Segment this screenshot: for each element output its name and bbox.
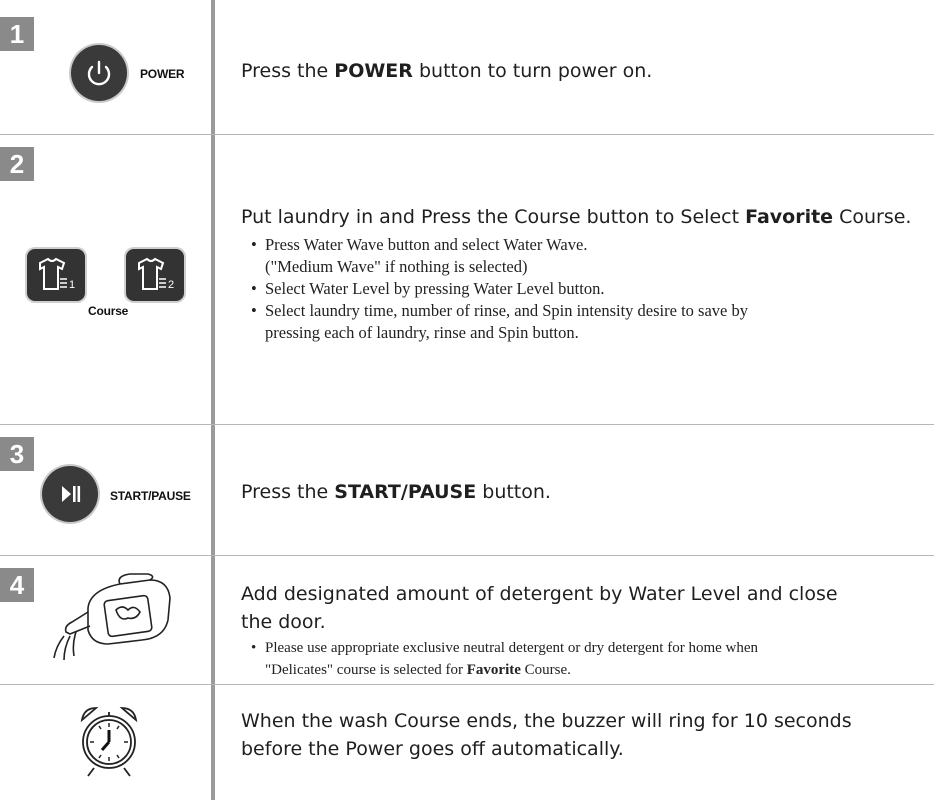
course-button-1[interactable]: 1 (27, 249, 85, 301)
left-column-border (0, 0, 215, 800)
step-number-badge: 2 (0, 147, 34, 181)
course-button-number: 2 (168, 279, 175, 291)
power-button[interactable] (71, 45, 127, 101)
detergent-bottle-icon (53, 573, 171, 661)
course-button-number: 1 (69, 279, 76, 291)
bullet-item: Select Water Level by pressing Water Lev… (251, 278, 911, 300)
course-button-label: Course (88, 304, 129, 318)
step-5-instruction: When the wash Course ends, the buzzer wi… (241, 710, 852, 760)
step-2-instruction: Put laundry in and Press the Course butt… (241, 206, 912, 228)
shirt-icon (138, 257, 166, 290)
play-pause-icon (62, 486, 81, 502)
divider (0, 684, 934, 685)
step-4-bullets: Please use appropriate exclusive neutral… (251, 637, 921, 681)
shirt-icon (39, 257, 67, 290)
step-1-instruction: Press the POWER button to turn power on. (241, 60, 653, 82)
step-3-instruction: Press the START/PAUSE button. (241, 481, 551, 503)
bullet-item: Please use appropriate exclusive neutral… (251, 637, 921, 681)
bullet-item: Press Water Wave button and select Water… (251, 234, 911, 278)
step-number-badge: 1 (0, 17, 34, 51)
bullet-item: Select laundry time, number of rinse, an… (251, 300, 911, 344)
start-pause-button-label: START/PAUSE (110, 489, 191, 503)
alarm-clock-icon (80, 707, 138, 777)
course-button-2[interactable]: 2 (126, 249, 184, 301)
power-icon (87, 60, 111, 86)
start-pause-button[interactable] (42, 466, 98, 522)
step-number-badge: 3 (0, 437, 34, 471)
power-button-label: POWER (140, 67, 185, 81)
step-number-badge: 4 (0, 568, 34, 602)
divider (0, 134, 934, 135)
divider (0, 424, 934, 425)
step-2-bullets: Press Water Wave button and select Water… (251, 234, 911, 344)
divider (0, 555, 934, 556)
step-4-instruction: Add designated amount of detergent by Wa… (241, 583, 838, 633)
